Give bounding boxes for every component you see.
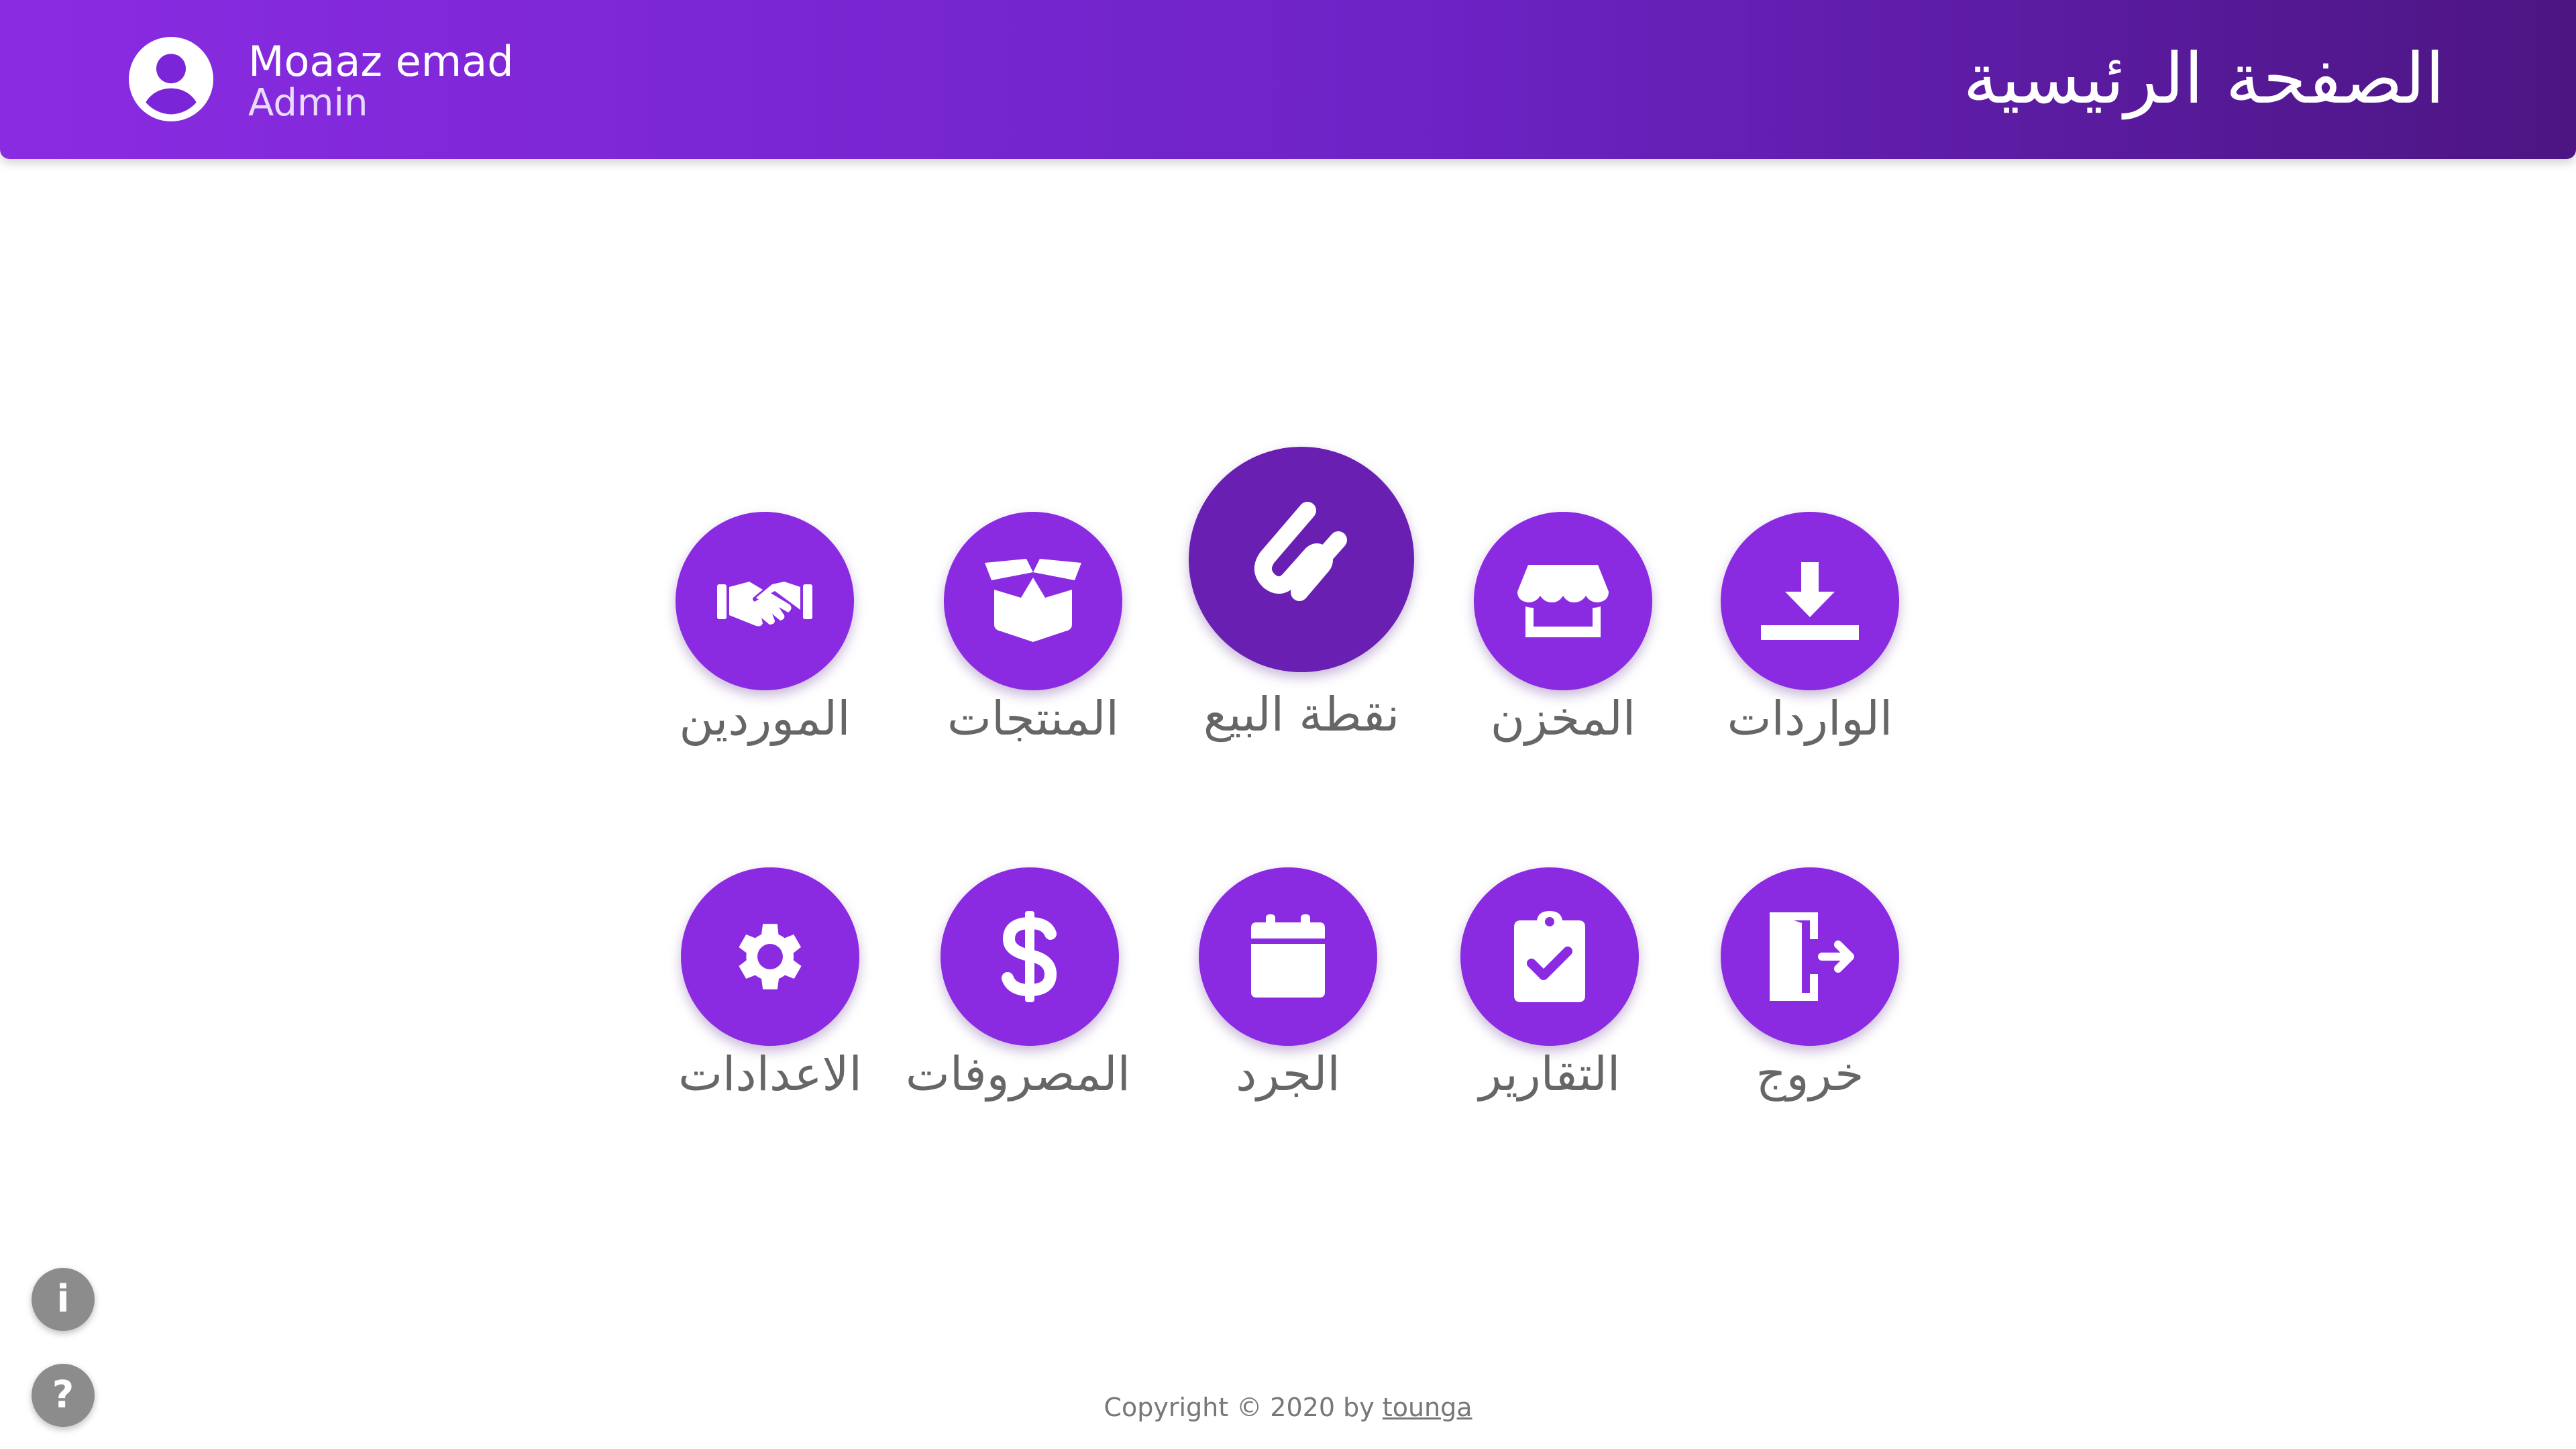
tile-suppliers[interactable]: الموردين (664, 510, 865, 765)
pos-logo-icon (1254, 502, 1347, 601)
tile-inventory[interactable]: الجرد (1187, 865, 1389, 1120)
clipboard-check-icon (1514, 911, 1585, 1002)
tile-pos[interactable]: نقطة البيع (1181, 445, 1422, 758)
footer-author-link[interactable]: tounga (1383, 1393, 1472, 1422)
tile-pos-circle[interactable] (1189, 447, 1414, 672)
calendar-icon (1251, 914, 1325, 998)
tile-store-label: المخزن (1490, 691, 1636, 746)
tile-products[interactable]: المنتجات (932, 510, 1134, 765)
tile-logout-label: خروج (1756, 1046, 1864, 1102)
tile-reports-circle[interactable] (1460, 867, 1639, 1046)
info-icon: i (56, 1277, 70, 1321)
tile-inventory-label: الجرد (1236, 1046, 1340, 1102)
app-header: Moaaz emad Admin الصفحة الرئيسية (0, 0, 2576, 159)
home-page: Moaaz emad Admin الصفحة الرئيسية الموردي… (0, 0, 2576, 1449)
tile-expenses[interactable]: المصروفات (905, 865, 1130, 1120)
handshake-icon (717, 582, 812, 627)
tile-products-circle[interactable] (944, 512, 1122, 690)
tile-reports-label: التقارير (1479, 1046, 1621, 1102)
copyright-text: Copyright © 2020 by (1104, 1393, 1375, 1422)
tile-expenses-circle[interactable] (941, 867, 1119, 1046)
tile-logout[interactable]: خروج (1709, 865, 1911, 1120)
tile-products-label: المنتجات (947, 691, 1119, 746)
tile-inventory-circle[interactable] (1199, 867, 1377, 1046)
user-name: Moaaz emad (248, 37, 514, 86)
tile-imports-label: الواردات (1727, 691, 1893, 746)
tile-pos-label: نقطة البيع (1203, 687, 1400, 742)
tile-store[interactable]: المخزن (1462, 510, 1664, 765)
tile-settings[interactable]: الاعدادات (669, 865, 871, 1120)
info-button[interactable]: i (32, 1268, 95, 1331)
tile-suppliers-label: الموردين (679, 691, 851, 746)
user-role: Admin (248, 81, 368, 125)
tile-suppliers-circle[interactable] (676, 512, 854, 690)
dollar-icon (1002, 911, 1057, 1002)
tile-reports[interactable]: التقارير (1449, 865, 1650, 1120)
account-circle-icon[interactable] (129, 37, 213, 121)
door-exit-icon (1770, 912, 1854, 1001)
page-title: الصفحة الرئيسية (1963, 38, 2445, 119)
footer: Copyright © 2020 by tounga (0, 1393, 2576, 1422)
tile-expenses-label: المصروفات (905, 1046, 1130, 1102)
open-box-icon (985, 559, 1081, 642)
tile-imports[interactable]: الواردات (1709, 510, 1911, 765)
tile-settings-circle[interactable] (681, 867, 859, 1046)
gear-icon (739, 924, 802, 989)
store-icon (1517, 565, 1609, 637)
tile-imports-circle[interactable] (1721, 512, 1899, 690)
tile-settings-label: الاعدادات (678, 1046, 862, 1102)
tile-store-circle[interactable] (1474, 512, 1652, 690)
download-icon (1761, 562, 1859, 640)
tile-logout-circle[interactable] (1721, 867, 1899, 1046)
